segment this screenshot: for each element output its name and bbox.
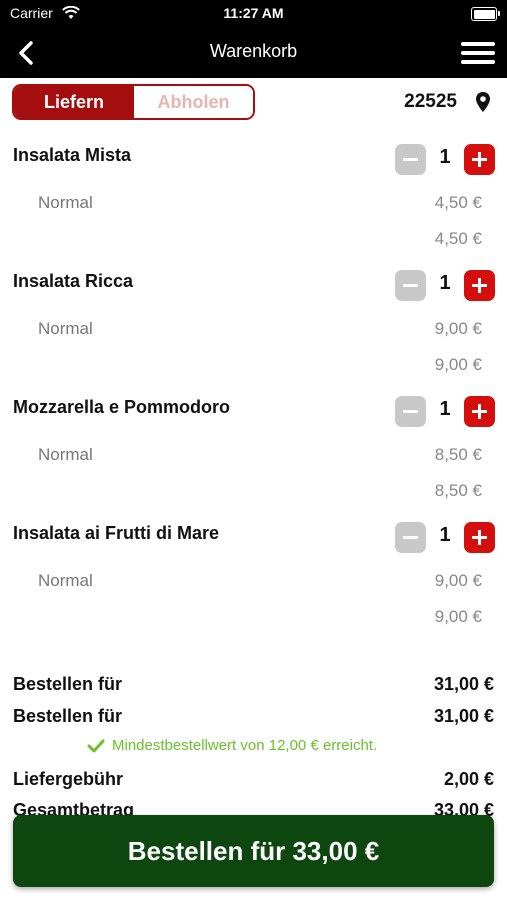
clock: 11:27 AM: [223, 5, 284, 21]
item-unit-price: 9,00 €: [434, 571, 482, 590]
order-for-value: 31,00 €: [433, 706, 494, 726]
item-quantity: 1: [439, 524, 451, 546]
checkmark-icon: [87, 739, 105, 753]
item-quantity: 1: [439, 398, 451, 420]
status-bar: Carrier 11:27 AM: [0, 0, 507, 28]
battery-icon: [471, 7, 500, 21]
item-unit-price: 4,50 €: [434, 193, 482, 212]
delivery-option-button[interactable]: Liefern: [14, 86, 134, 118]
item-variant: Normal: [38, 193, 93, 212]
item-line-total: 8,50 €: [434, 481, 482, 500]
item-quantity: 1: [439, 146, 451, 168]
item-name: Insalata Ricca: [13, 271, 134, 291]
subtotal-label: Bestellen für: [13, 674, 123, 694]
increase-quantity-button[interactable]: [464, 270, 495, 301]
checkout-button[interactable]: Bestellen für 33,00 €: [13, 815, 494, 887]
item-line-total: 9,00 €: [434, 355, 482, 374]
item-variant: Normal: [38, 571, 93, 590]
item-unit-price: 9,00 €: [434, 319, 482, 338]
navigation-bar: Warenkorb: [0, 28, 507, 78]
delivery-mode-toggle: Liefern Abholen: [12, 84, 255, 120]
min-order-note-text: Mindestbestellwert von 12,00 € erreicht.: [112, 737, 378, 754]
location-pin-icon[interactable]: [475, 91, 491, 113]
decrease-quantity-button[interactable]: [395, 144, 426, 175]
decrease-quantity-button[interactable]: [395, 396, 426, 427]
decrease-quantity-button[interactable]: [395, 270, 426, 301]
item-variant: Normal: [38, 445, 93, 464]
pickup-option-button[interactable]: Abholen: [134, 86, 253, 118]
increase-quantity-button[interactable]: [464, 396, 495, 427]
item-variant: Normal: [38, 319, 93, 338]
item-name: Insalata ai Frutti di Mare: [13, 523, 220, 543]
item-unit-price: 8,50 €: [434, 445, 482, 464]
item-name: Mozzarella e Pommodoro: [13, 397, 231, 417]
decrease-quantity-button[interactable]: [395, 522, 426, 553]
subtotal-value: 31,00 €: [433, 674, 494, 694]
item-quantity: 1: [439, 272, 451, 294]
order-for-label: Bestellen für: [13, 706, 123, 726]
item-name: Insalata Mista: [13, 145, 132, 165]
page-title: Warenkorb: [209, 41, 298, 61]
increase-quantity-button[interactable]: [464, 522, 495, 553]
postcode-label[interactable]: 22525: [404, 91, 457, 113]
increase-quantity-button[interactable]: [464, 144, 495, 175]
hamburger-menu-icon[interactable]: [461, 41, 495, 65]
item-line-total: 9,00 €: [434, 607, 482, 626]
item-line-total: 4,50 €: [434, 229, 482, 248]
delivery-fee-label: Liefergebühr: [13, 769, 124, 789]
delivery-fee-value: 2,00 €: [443, 769, 494, 789]
